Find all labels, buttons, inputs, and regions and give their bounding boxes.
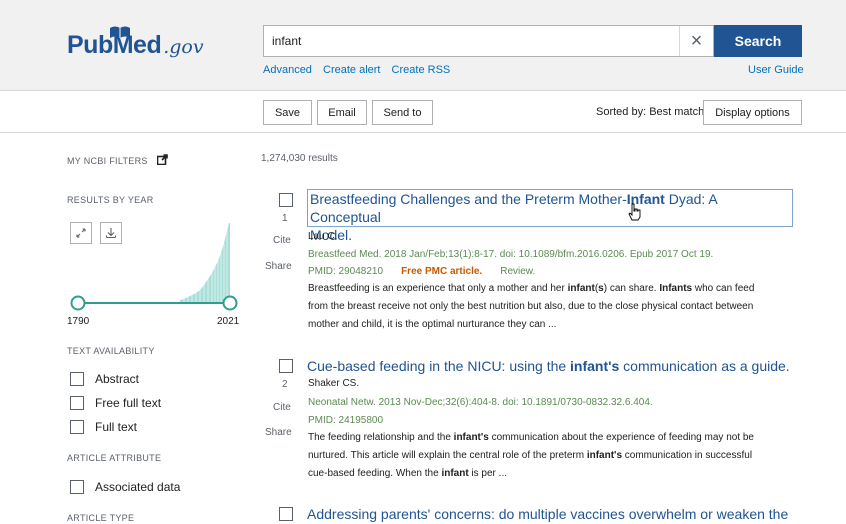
send-to-button[interactable]: Send to (372, 100, 433, 125)
cite-button[interactable]: Cite (273, 235, 291, 246)
year-histogram[interactable] (80, 223, 230, 303)
snippet-text: communication about the experience of fe… (488, 432, 754, 443)
result-title-link[interactable]: Addressing parents' concerns: do multipl… (307, 505, 788, 523)
filter-abstract[interactable]: Abstract (70, 372, 139, 386)
year-end-label: 2021 (217, 316, 240, 327)
article-attribute-heading: ARTICLE ATTRIBUTE (67, 453, 162, 463)
title-text: communication as a guide. (619, 358, 790, 374)
article-type-heading: ARTICLE TYPE (67, 513, 135, 523)
pubmed-logo[interactable]: Pub Med .gov (67, 24, 204, 60)
cite-button[interactable]: Cite (273, 402, 291, 413)
result-number: 1 (282, 213, 288, 224)
filter-free-full-text[interactable]: Free full text (70, 396, 161, 410)
search-button[interactable]: Search (714, 25, 802, 57)
pmid: PMID: 24195800 (308, 415, 384, 426)
checkbox[interactable] (70, 396, 84, 410)
title-highlight: infant's (570, 358, 620, 374)
snippet-text: is per ... (468, 468, 508, 479)
snippet-text: from the breast receive not only the bes… (308, 301, 754, 312)
result-checkbox[interactable] (279, 507, 293, 521)
header: Pub Med .gov × Search Advanced Create al… (0, 0, 846, 91)
advanced-link[interactable]: Advanced (263, 64, 312, 76)
user-guide-link[interactable]: User Guide (748, 64, 804, 76)
snippet-text: Breastfeeding is an experience that only… (308, 283, 568, 294)
free-pmc-badge: Free PMC article. (401, 266, 483, 277)
snippet-highlight: infant (441, 468, 469, 479)
create-alert-link[interactable]: Create alert (323, 64, 380, 76)
result-checkbox[interactable] (279, 193, 293, 207)
save-button[interactable]: Save (263, 100, 312, 125)
snippet-text: The feeding relationship and the (308, 432, 454, 443)
result-number: 2 (282, 379, 288, 390)
filter-label: Abstract (95, 372, 140, 386)
display-options-button[interactable]: Display options (703, 100, 802, 125)
share-button[interactable]: Share (265, 261, 292, 272)
snippet-highlight: infant's (586, 450, 622, 461)
histogram-area (180, 223, 230, 303)
year-range-slider[interactable] (70, 294, 240, 312)
checkbox[interactable] (70, 480, 84, 494)
snippet-text: mother and child, it is the optimal nurt… (308, 319, 557, 330)
snippet-text: nurtured. This article will explain the … (308, 450, 587, 461)
external-link-icon (156, 154, 168, 166)
results-by-year-heading: RESULTS BY YEAR (67, 195, 154, 205)
logo-gov: .gov (163, 36, 204, 58)
text-availability-heading: TEXT AVAILABILITY (67, 346, 155, 356)
checkbox[interactable] (70, 372, 84, 386)
search-input[interactable] (264, 27, 674, 55)
snippet-highlight: infant's (453, 432, 489, 443)
filter-label: Free full text (95, 396, 162, 410)
results-toolbar: Save Email Send to Sorted by: Best match… (0, 91, 846, 133)
snippet-text: who can feed (692, 283, 755, 294)
search-sub-links: Advanced Create alert Create RSS (263, 64, 458, 76)
snippet-text: ) can share. (603, 283, 660, 294)
slider-handle-start[interactable] (70, 295, 86, 311)
year-start-label: 1790 (67, 316, 90, 327)
title-text: Cue-based feeding in the NICU: using the (307, 358, 571, 374)
results-list: 1,274,030 results 1 Cite Share Breastfee… (255, 133, 846, 524)
filter-associated-data[interactable]: Associated data (70, 480, 180, 494)
snippet-text: communication in successful (622, 450, 753, 461)
result-snippet: Breastfeeding is an experience that only… (308, 280, 786, 334)
share-button[interactable]: Share (265, 427, 292, 438)
snippet-highlight: infant (567, 283, 595, 294)
title-text: Breastfeeding Challenges and the Preterm… (310, 191, 627, 207)
clear-search-button[interactable]: × (679, 26, 713, 56)
result-authors: Lau C. (308, 231, 338, 242)
filter-full-text[interactable]: Full text (70, 420, 137, 434)
filters-sidebar: MY NCBI FILTERS RESULTS BY YEAR 1790 202… (0, 133, 255, 524)
pmid: PMID: 29048210 (308, 266, 384, 277)
result-title-link[interactable]: Breastfeeding Challenges and the Preterm… (307, 189, 793, 243)
filter-label: Associated data (95, 480, 181, 494)
result-title-link[interactable]: Cue-based feeding in the NICU: using the… (307, 357, 790, 375)
result-meta: PMID: 29048210 Free PMC article. Review. (308, 266, 535, 277)
snippet-highlight: Infants (659, 283, 693, 294)
publication-type: Review. (500, 266, 536, 277)
result-citation: Breastfeed Med. 2018 Jan/Feb;13(1):8-17.… (308, 249, 714, 260)
logo-pub: Pub (67, 31, 113, 59)
my-ncbi-filters-heading[interactable]: MY NCBI FILTERS (67, 154, 168, 166)
close-icon: × (690, 29, 703, 52)
my-ncbi-filters-label: MY NCBI FILTERS (67, 156, 148, 166)
sort-indicator[interactable]: Sorted by: Best match (596, 106, 704, 118)
logo-med-wrap: Med (109, 26, 162, 60)
slider-handle-end[interactable] (222, 295, 238, 311)
result-citation: Neonatal Netw. 2013 Nov-Dec;32(6):404-8.… (308, 397, 653, 408)
results-count: 1,274,030 results (261, 153, 338, 164)
email-button[interactable]: Email (317, 100, 367, 125)
hand-pointer-icon (628, 203, 641, 221)
snippet-text: cue-based feeding. When the (308, 468, 442, 479)
search-box: × (263, 25, 714, 57)
filter-label: Full text (95, 420, 138, 434)
checkbox[interactable] (70, 420, 84, 434)
result-snippet: The feeding relationship and the infant'… (308, 429, 786, 483)
result-checkbox[interactable] (279, 359, 293, 373)
book-icon (109, 26, 130, 38)
result-authors: Shaker CS. (308, 378, 360, 389)
create-rss-link[interactable]: Create RSS (392, 64, 451, 76)
